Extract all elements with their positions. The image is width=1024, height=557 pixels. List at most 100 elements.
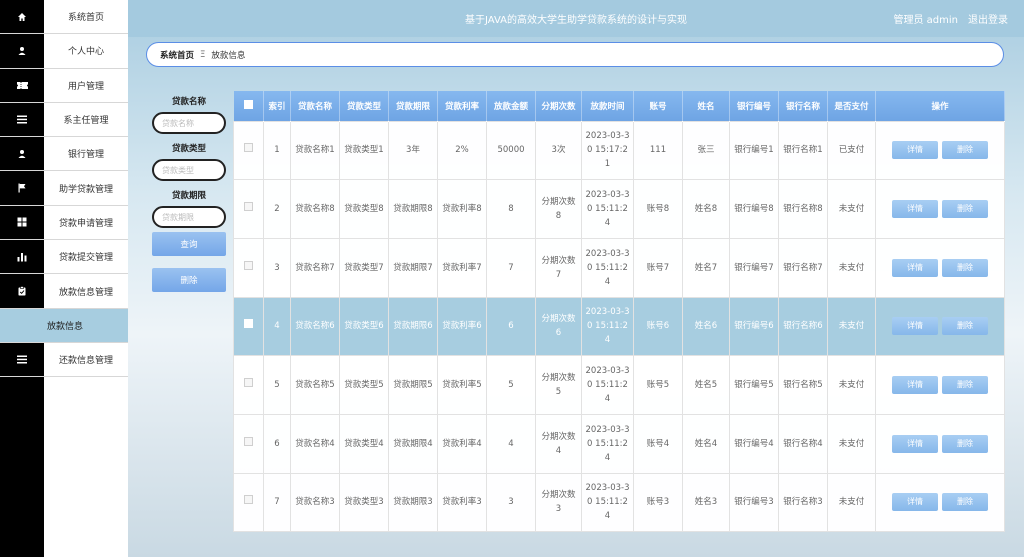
table-row[interactable]: 1 贷款名称1 贷款类型1 3年 2% 50000 3次 2023-03-30 15:17:2…: [233, 120, 1005, 181]
table-cell: 贷款类型8: [339, 179, 389, 239]
table-cell: 7: [486, 237, 536, 298]
sidebar-item-loan[interactable]: 助学贷款管理: [0, 171, 128, 206]
table-cell: 2023-03-30 15:17:21: [581, 120, 634, 181]
batch-delete-button[interactable]: 删除: [152, 268, 226, 292]
delete-button[interactable]: 删除: [942, 317, 988, 336]
table-cell: 6: [263, 413, 291, 474]
sidebar-item-loan-submit[interactable]: 贷款提交管理: [0, 240, 128, 275]
delete-button[interactable]: 删除: [942, 376, 988, 395]
table-row[interactable]: 6 贷款名称4 贷款类型4 贷款期限4 贷款利率4 4 分期次数4 2023-03-30 15…: [233, 413, 1005, 474]
detail-button[interactable]: 详情: [892, 317, 938, 336]
sidebar-item-users[interactable]: 用户管理: [0, 68, 128, 103]
table-cell: 贷款期限3: [388, 472, 438, 533]
table-cell: 2023-03-30 15:11:24: [581, 355, 634, 415]
column-header: 贷款期限: [388, 91, 438, 121]
delete-button[interactable]: 删除: [942, 200, 988, 219]
actions-cell: 详情 删除: [875, 413, 1005, 474]
table-cell: 4: [263, 296, 291, 357]
table-cell: 张三: [682, 120, 730, 181]
row-checkbox[interactable]: [244, 143, 253, 153]
sidebar-item-label: 贷款提交管理: [58, 253, 113, 264]
table-cell: 贷款利率8: [437, 179, 487, 239]
sidebar-item-bank[interactable]: 银行管理: [0, 137, 128, 172]
table-cell: 贷款期限4: [388, 413, 438, 474]
table-cell: 贷款利率5: [437, 355, 487, 415]
sidebar-subitem-disbursement-info[interactable]: 放款信息: [0, 308, 128, 343]
table-cell: 分期次数5: [535, 355, 582, 415]
actions-cell: 详情 删除: [875, 472, 1005, 533]
table-cell: 2023-03-30 15:11:24: [581, 472, 634, 533]
table-cell: 111: [633, 120, 683, 181]
column-header: 银行名称: [778, 91, 828, 121]
loan-name-input[interactable]: 贷款名称: [152, 112, 226, 134]
row-checkbox[interactable]: [244, 202, 253, 212]
delete-button[interactable]: 删除: [942, 493, 988, 512]
table-cell: 账号6: [633, 296, 683, 357]
table-row[interactable]: 7 贷款名称3 贷款类型3 贷款期限3 贷款利率3 3 分期次数3 2023-03-30 15…: [233, 472, 1005, 533]
table-row[interactable]: 2 贷款名称8 贷款类型8 贷款期限8 贷款利率8 8 分期次数8 2023-03-30 15…: [233, 179, 1005, 239]
detail-button[interactable]: 详情: [892, 434, 938, 453]
search-button[interactable]: 查询: [152, 232, 226, 256]
table-cell: 银行名称1: [778, 120, 828, 181]
delete-button[interactable]: 删除: [942, 434, 988, 453]
select-all-checkbox[interactable]: [243, 99, 253, 109]
column-header: 放款金额: [486, 91, 536, 121]
table-cell: 未支付: [827, 179, 876, 239]
actions-cell: 详情 删除: [875, 296, 1005, 357]
detail-button[interactable]: 详情: [892, 141, 938, 160]
table-cell: 贷款名称5: [290, 355, 340, 415]
table-cell: 8: [486, 179, 536, 239]
detail-button[interactable]: 详情: [892, 200, 938, 219]
loan-type-input[interactable]: 贷款类型: [152, 159, 226, 181]
delete-button[interactable]: 删除: [942, 141, 988, 160]
actions-cell: 详情 删除: [875, 355, 1005, 415]
loan-term-input[interactable]: 贷款期限: [152, 206, 226, 228]
table-cell: 贷款名称3: [290, 472, 340, 533]
column-header: 贷款名称: [290, 91, 340, 121]
table-cell: 分期次数7: [535, 237, 582, 298]
logout-link[interactable]: 退出登录: [968, 11, 1008, 26]
actions-cell: 详情 删除: [875, 179, 1005, 239]
detail-button[interactable]: 详情: [892, 258, 938, 277]
table-cell: 分期次数4: [535, 413, 582, 474]
sidebar-item-home[interactable]: 系统首页: [0, 0, 128, 35]
sidebar-item-loan-apply[interactable]: 贷款申请管理: [0, 205, 128, 241]
detail-button[interactable]: 详情: [892, 493, 938, 512]
row-checkbox[interactable]: [244, 495, 253, 505]
sidebar-item-repayment[interactable]: 还款信息管理: [0, 342, 128, 378]
breadcrumb-current: 放款信息: [211, 50, 246, 61]
loan-term-label: 贷款期限: [171, 191, 206, 201]
sidebar-item-disbursement[interactable]: 放款信息管理: [0, 274, 128, 309]
row-checkbox[interactable]: [244, 260, 253, 270]
ticket-icon: [0, 68, 44, 102]
delete-button[interactable]: 删除: [942, 258, 988, 277]
sidebar-item-label: 系统首页: [67, 13, 104, 24]
table-cell: 未支付: [827, 413, 876, 474]
column-header: 是否支付: [827, 91, 876, 121]
detail-button[interactable]: 详情: [892, 376, 938, 395]
column-header: 银行编号: [729, 91, 779, 121]
column-header: 贷款利率: [437, 91, 487, 121]
table-cell: 4: [486, 413, 536, 474]
row-checkbox[interactable]: [244, 319, 253, 329]
row-checkbox[interactable]: [244, 436, 253, 446]
grid-icon: [0, 205, 44, 240]
sidebar-item-profile[interactable]: 个人中心: [0, 34, 128, 69]
sidebar-item-dept-head[interactable]: 系主任管理: [0, 102, 128, 138]
table-row[interactable]: 4 贷款名称6 贷款类型6 贷款期限6 贷款利率6 6 分期次数6 2023-03-30 15…: [233, 296, 1005, 357]
table-cell: 银行编号3: [729, 472, 779, 533]
row-select-cell: [233, 413, 264, 474]
column-header: 分期次数: [535, 91, 582, 121]
table-cell: 5: [263, 355, 291, 415]
table-row[interactable]: 3 贷款名称7 贷款类型7 贷款期限7 贷款利率7 7 分期次数7 2023-03-30 15…: [233, 237, 1005, 298]
sidebar-item-label: 助学贷款管理: [58, 184, 113, 195]
table-cell: 贷款名称7: [290, 237, 340, 298]
loan-name-label: 贷款名称: [171, 97, 206, 107]
sidebar-item-label: 贷款申请管理: [58, 218, 113, 229]
sidebar: 系统首页 个人中心 用户管理 系主任管理 银行管理 助学贷款管理 贷款申请管理 …: [0, 0, 128, 557]
table-row[interactable]: 5 贷款名称5 贷款类型5 贷款期限5 贷款利率5 5 分期次数5 2023-03-30 15…: [233, 355, 1005, 415]
table-cell: 3年: [388, 120, 438, 181]
row-checkbox[interactable]: [244, 378, 253, 388]
table-cell: 账号5: [633, 355, 683, 415]
breadcrumb-home[interactable]: 系统首页: [160, 49, 194, 61]
